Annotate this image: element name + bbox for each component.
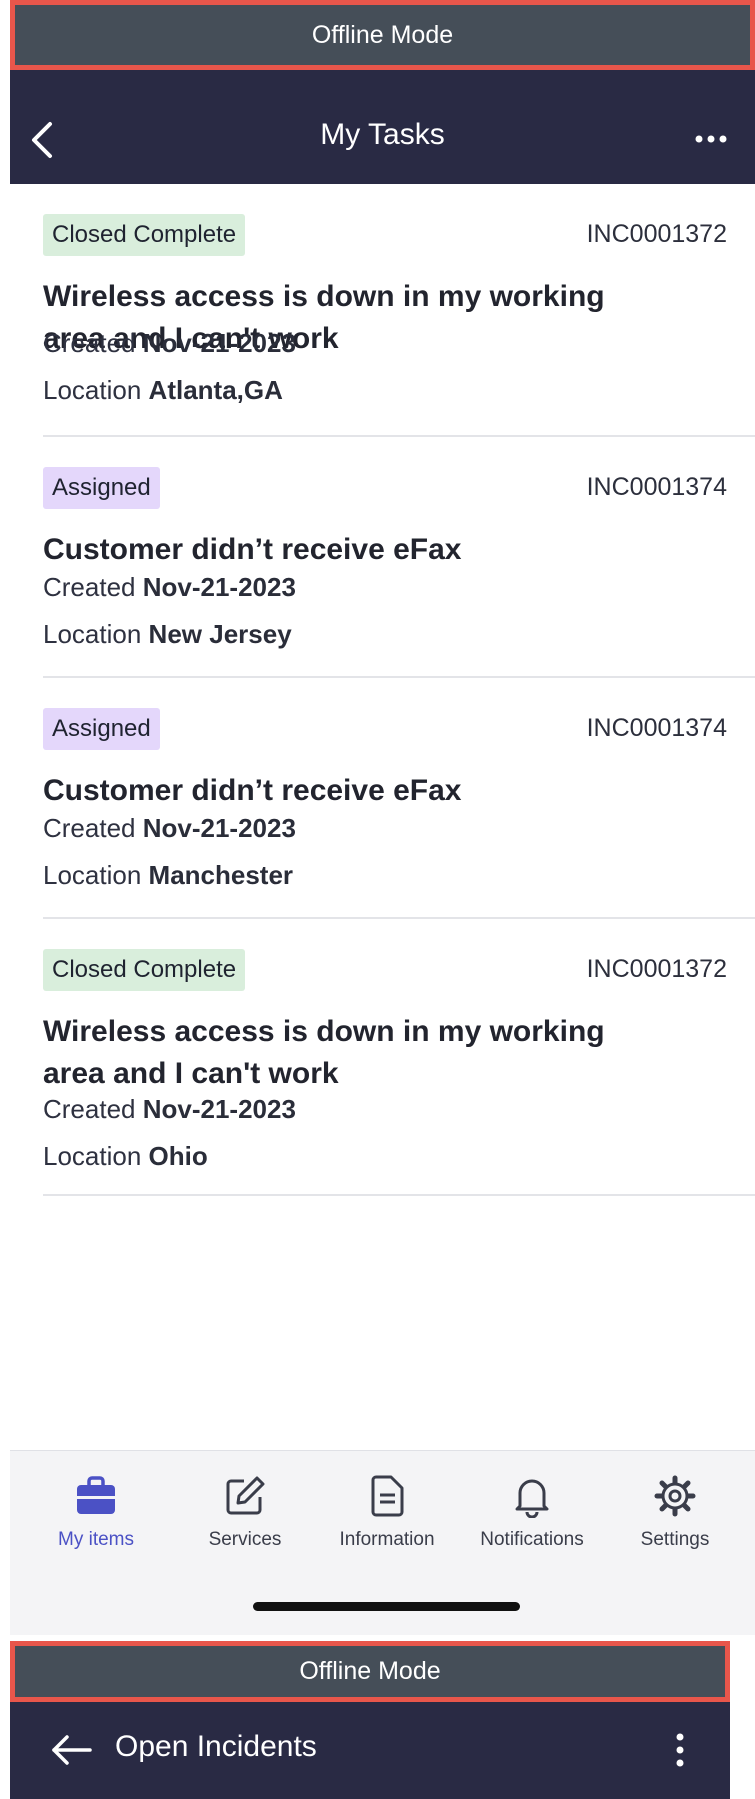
created-label: Created (43, 813, 136, 843)
task-list: Closed Complete INC0001372 Wireless acce… (10, 184, 755, 1196)
location-value: Manchester (148, 860, 294, 890)
app-header: My Tasks (10, 70, 755, 184)
created-date: Nov-21-2023 (142, 813, 296, 843)
page-title: Open Incidents (115, 1730, 317, 1763)
task-card[interactable]: Assigned INC0001374 Customer didn’t rece… (43, 678, 755, 919)
tab-notifications[interactable]: Notifications (462, 1473, 602, 1551)
edit-icon (226, 1476, 265, 1515)
page-title: My Tasks (320, 118, 445, 151)
task-card[interactable]: Closed Complete INC0001372 Wireless acce… (43, 919, 755, 1196)
created-label: Created (43, 572, 136, 602)
status-badge: Closed Complete (43, 214, 246, 256)
more-vertical-icon (676, 1733, 684, 1767)
location-row: Location Ohio (43, 1141, 208, 1172)
location-row: Location Manchester (43, 860, 293, 891)
location-label: Location (43, 1141, 142, 1171)
document-icon (371, 1475, 404, 1517)
tab-label: My items (58, 1529, 134, 1550)
location-label: Location (43, 375, 142, 405)
briefcase-icon (77, 1476, 115, 1514)
created-label: Created (43, 328, 136, 358)
my-tasks-screen: Offline Mode My Tasks Closed Complete IN… (10, 0, 755, 1635)
location-row: Location Atlanta,GA (43, 375, 283, 406)
incident-number: INC0001372 (586, 955, 727, 983)
created-row: Created Nov-21-2023 (43, 328, 296, 359)
location-value: New Jersey (148, 619, 292, 649)
status-badge: Closed Complete (43, 949, 246, 991)
offline-mode-label: Offline Mode (311, 20, 454, 49)
tab-label: Information (339, 1529, 435, 1550)
more-horizontal-icon (695, 135, 727, 143)
task-title: Customer didn’t receive eFax (43, 774, 462, 807)
tab-label: Settings (640, 1529, 710, 1550)
home-indicator[interactable] (253, 1602, 520, 1611)
more-options-button[interactable] (670, 1728, 690, 1772)
status-badge: Assigned (43, 467, 160, 509)
location-row: Location New Jersey (43, 619, 292, 650)
tab-settings[interactable]: Settings (605, 1473, 745, 1551)
task-title: Wireless access is down in my working ar… (43, 1015, 605, 1090)
tab-my-items[interactable]: My items (26, 1473, 166, 1551)
location-label: Location (43, 619, 142, 649)
tab-label: Services (208, 1529, 282, 1550)
incident-number: INC0001374 (586, 473, 727, 501)
task-card[interactable]: Assigned INC0001374 Customer didn’t rece… (43, 437, 755, 678)
location-value: Atlanta,GA (148, 375, 283, 405)
created-row: Created Nov-21-2023 (43, 813, 296, 844)
more-options-button[interactable] (691, 126, 731, 152)
app-header: Open Incidents (10, 1702, 730, 1799)
tab-information[interactable]: Information (317, 1473, 457, 1551)
tab-services[interactable]: Services (175, 1473, 315, 1551)
back-button[interactable] (48, 1730, 94, 1770)
status-badge: Assigned (43, 708, 160, 750)
arrow-left-icon (52, 1735, 92, 1765)
created-date: Nov-21-2023 (142, 328, 296, 358)
location-label: Location (43, 860, 142, 890)
created-date: Nov-21-2023 (142, 572, 296, 602)
offline-mode-banner: Offline Mode (10, 0, 755, 70)
task-card[interactable]: Closed Complete INC0001372 Wireless acce… (43, 184, 755, 437)
incident-number: INC0001372 (586, 220, 727, 248)
offline-mode-label: Offline Mode (299, 1657, 441, 1685)
created-row: Created Nov-21-2023 (43, 1094, 296, 1125)
task-title: Customer didn’t receive eFax (43, 533, 462, 566)
created-date: Nov-21-2023 (142, 1094, 296, 1124)
bell-icon (515, 1479, 549, 1518)
tab-label: Notifications (480, 1529, 584, 1550)
incident-number: INC0001374 (586, 714, 727, 742)
location-value: Ohio (148, 1141, 208, 1171)
gear-icon (654, 1475, 696, 1517)
created-label: Created (43, 1094, 136, 1124)
created-row: Created Nov-21-2023 (43, 572, 296, 603)
offline-mode-banner: Offline Mode (10, 1641, 730, 1702)
